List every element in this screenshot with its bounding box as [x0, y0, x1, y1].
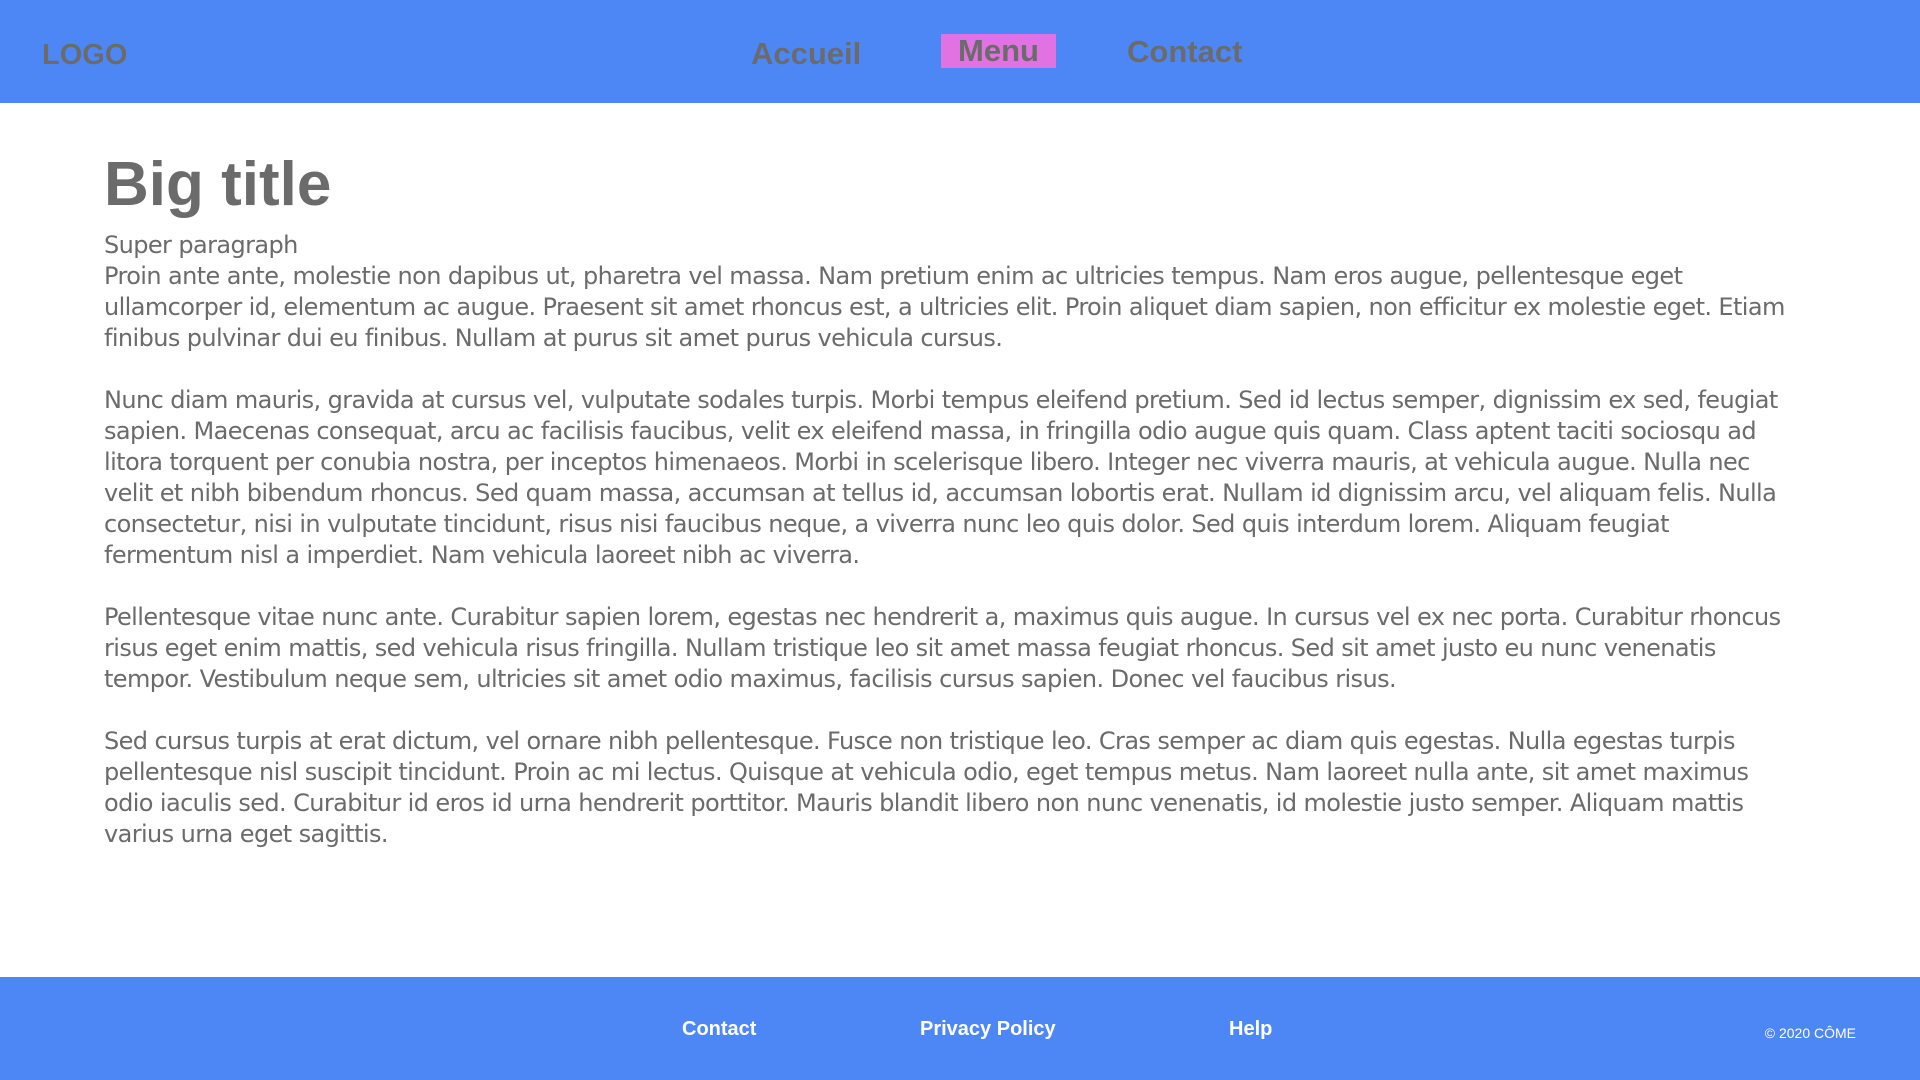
- nav-link-menu-active[interactable]: Menu: [941, 34, 1056, 68]
- section-subtitle: Super paragraph: [104, 231, 298, 259]
- page-title: Big title: [104, 150, 332, 219]
- nav-link-contact[interactable]: Contact: [1127, 35, 1242, 69]
- footer-link-help[interactable]: Help: [1229, 1017, 1272, 1041]
- paragraph-3: Pellentesque vitae nunc ante. Curabitur …: [104, 603, 1781, 693]
- footer-link-privacy-policy[interactable]: Privacy Policy: [920, 1017, 1056, 1041]
- nav-link-home[interactable]: Accueil: [751, 37, 861, 71]
- top-navbar: LOGO Accueil Menu Contact: [0, 0, 1920, 103]
- paragraph-4: Sed cursus turpis at erat dictum, vel or…: [104, 727, 1749, 848]
- logo-link[interactable]: LOGO: [42, 38, 127, 72]
- paragraph-1-text: Proin ante ante, molestie non dapibus ut…: [104, 262, 1785, 352]
- copyright-text: © 2020 CÔME: [1764, 1025, 1856, 1041]
- footer-link-contact[interactable]: Contact: [682, 1017, 756, 1041]
- main-content: Big title Super paragraph Proin ante ant…: [104, 140, 1804, 881]
- paragraph-2: Nunc diam mauris, gravida at cursus vel,…: [104, 386, 1778, 569]
- paragraph-1: Super paragraph Proin ante ante, molesti…: [104, 230, 1804, 354]
- footer: Contact Privacy Policy Help © 2020 CÔME: [0, 977, 1920, 1080]
